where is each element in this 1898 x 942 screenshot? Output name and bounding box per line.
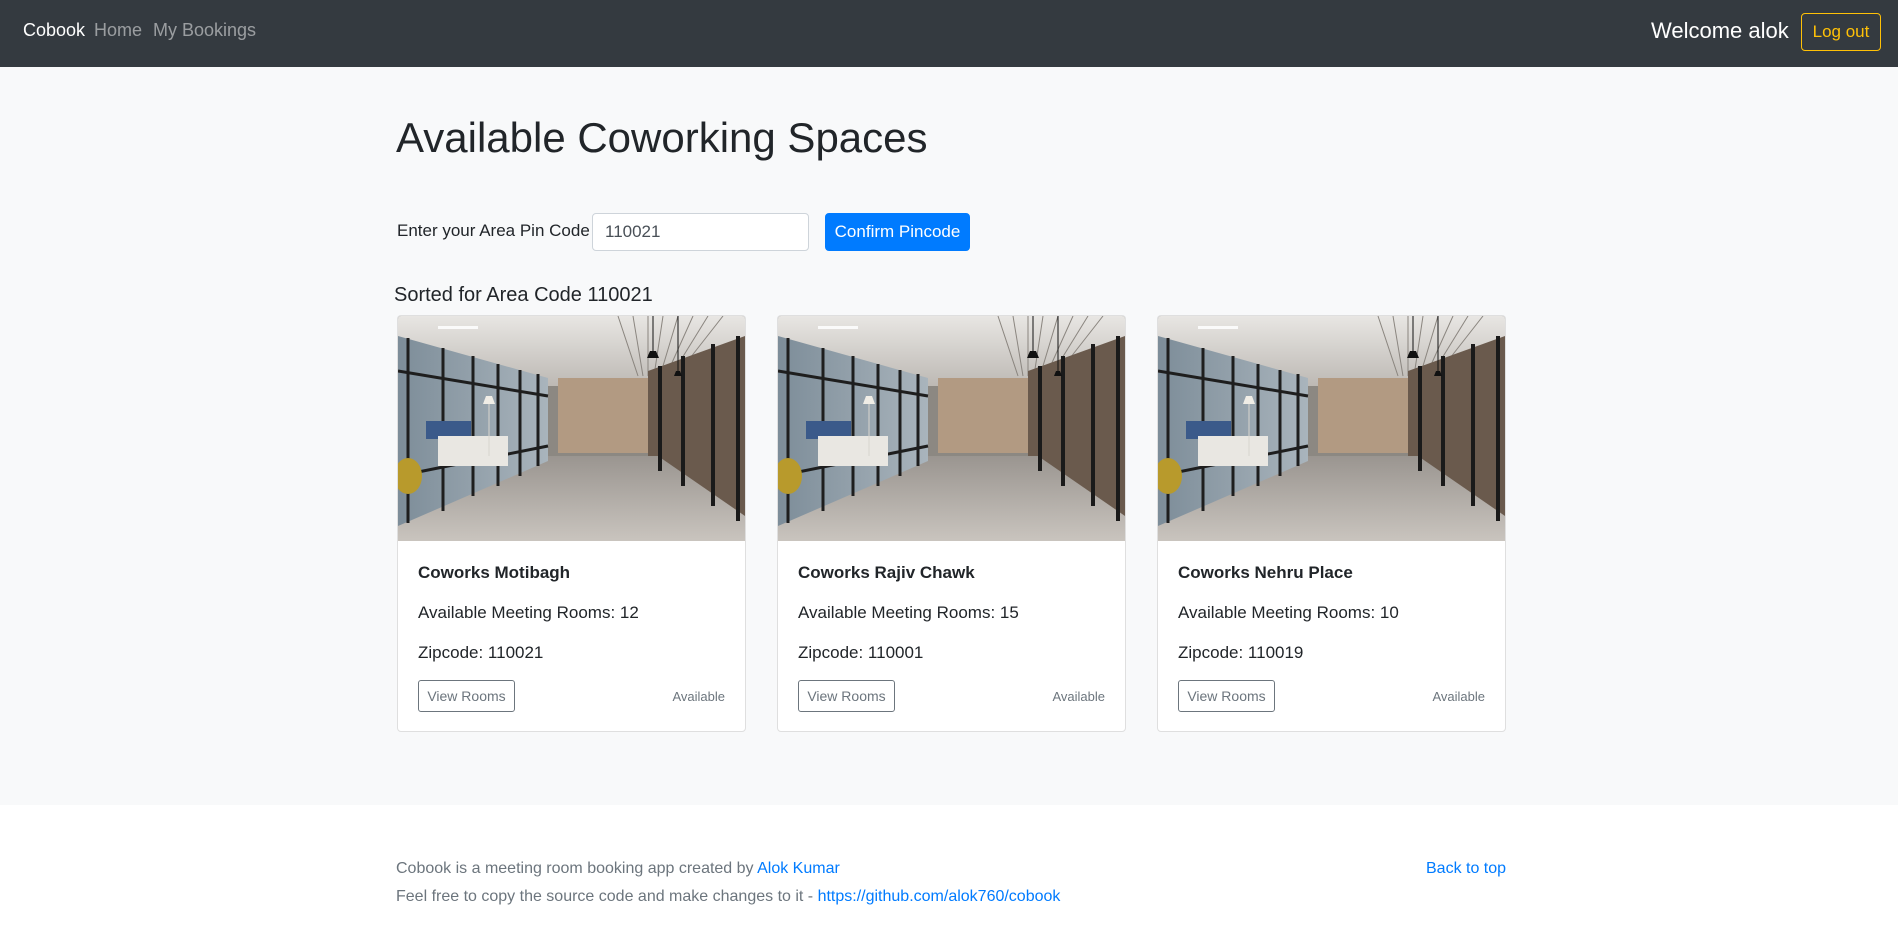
view-rooms-button[interactable]: View Rooms bbox=[1178, 680, 1275, 712]
space-name: Coworks Rajiv Chawk bbox=[798, 563, 975, 582]
logout-button[interactable]: Log out bbox=[1801, 13, 1881, 51]
repo-link[interactable]: https://github.com/alok760/cobook bbox=[818, 888, 1061, 905]
view-rooms-button[interactable]: View Rooms bbox=[418, 680, 515, 712]
brand-link[interactable]: Cobook bbox=[23, 20, 85, 41]
pincode-label: Enter your Area Pin Code bbox=[397, 221, 590, 240]
space-name: Coworks Nehru Place bbox=[1178, 563, 1353, 582]
nav-link-my-bookings[interactable]: My Bookings bbox=[153, 20, 256, 41]
view-rooms-button[interactable]: View Rooms bbox=[798, 680, 895, 712]
footer-credit-text: Cobook is a meeting room booking app cre… bbox=[396, 860, 758, 877]
pincode-input[interactable] bbox=[592, 213, 809, 251]
availability-status: Available bbox=[672, 689, 725, 704]
office-corridor-image bbox=[1158, 316, 1505, 541]
space-zipcode: Zipcode: 110021 bbox=[418, 643, 544, 662]
page-footer: Cobook is a meeting room booking app cre… bbox=[0, 805, 1898, 942]
nav-link-home[interactable]: Home bbox=[94, 20, 142, 41]
space-card: Coworks Rajiv Chawk Available Meeting Ro… bbox=[777, 315, 1126, 732]
sorted-heading: Sorted for Area Code 110021 bbox=[394, 284, 653, 306]
footer-source-text: Feel free to copy the source code and ma… bbox=[396, 888, 818, 905]
back-to-top-link[interactable]: Back to top bbox=[1426, 860, 1506, 878]
space-zipcode: Zipcode: 110019 bbox=[1178, 643, 1304, 662]
space-rooms: Available Meeting Rooms: 15 bbox=[798, 603, 1019, 622]
space-rooms: Available Meeting Rooms: 10 bbox=[1178, 603, 1399, 622]
space-name: Coworks Motibagh bbox=[418, 563, 571, 582]
space-card: Coworks Motibagh Available Meeting Rooms… bbox=[397, 315, 746, 732]
office-corridor-image bbox=[398, 316, 745, 541]
top-navbar: Cobook Home My Bookings Welcome alok Log… bbox=[0, 0, 1898, 67]
space-rooms: Available Meeting Rooms: 12 bbox=[418, 603, 639, 622]
space-card: Coworks Nehru Place Available Meeting Ro… bbox=[1157, 315, 1506, 732]
welcome-text: Welcome alok bbox=[1651, 18, 1789, 43]
space-zipcode: Zipcode: 110001 bbox=[798, 643, 924, 662]
availability-status: Available bbox=[1052, 689, 1105, 704]
availability-status: Available bbox=[1432, 689, 1485, 704]
footer-credit: Cobook is a meeting room booking app cre… bbox=[396, 860, 840, 878]
confirm-pincode-button[interactable]: Confirm Pincode bbox=[825, 213, 970, 251]
footer-source: Feel free to copy the source code and ma… bbox=[396, 888, 1060, 906]
office-corridor-image bbox=[778, 316, 1125, 541]
author-link[interactable]: Alok Kumar bbox=[757, 860, 840, 877]
page-title: Available Coworking Spaces bbox=[396, 114, 928, 161]
